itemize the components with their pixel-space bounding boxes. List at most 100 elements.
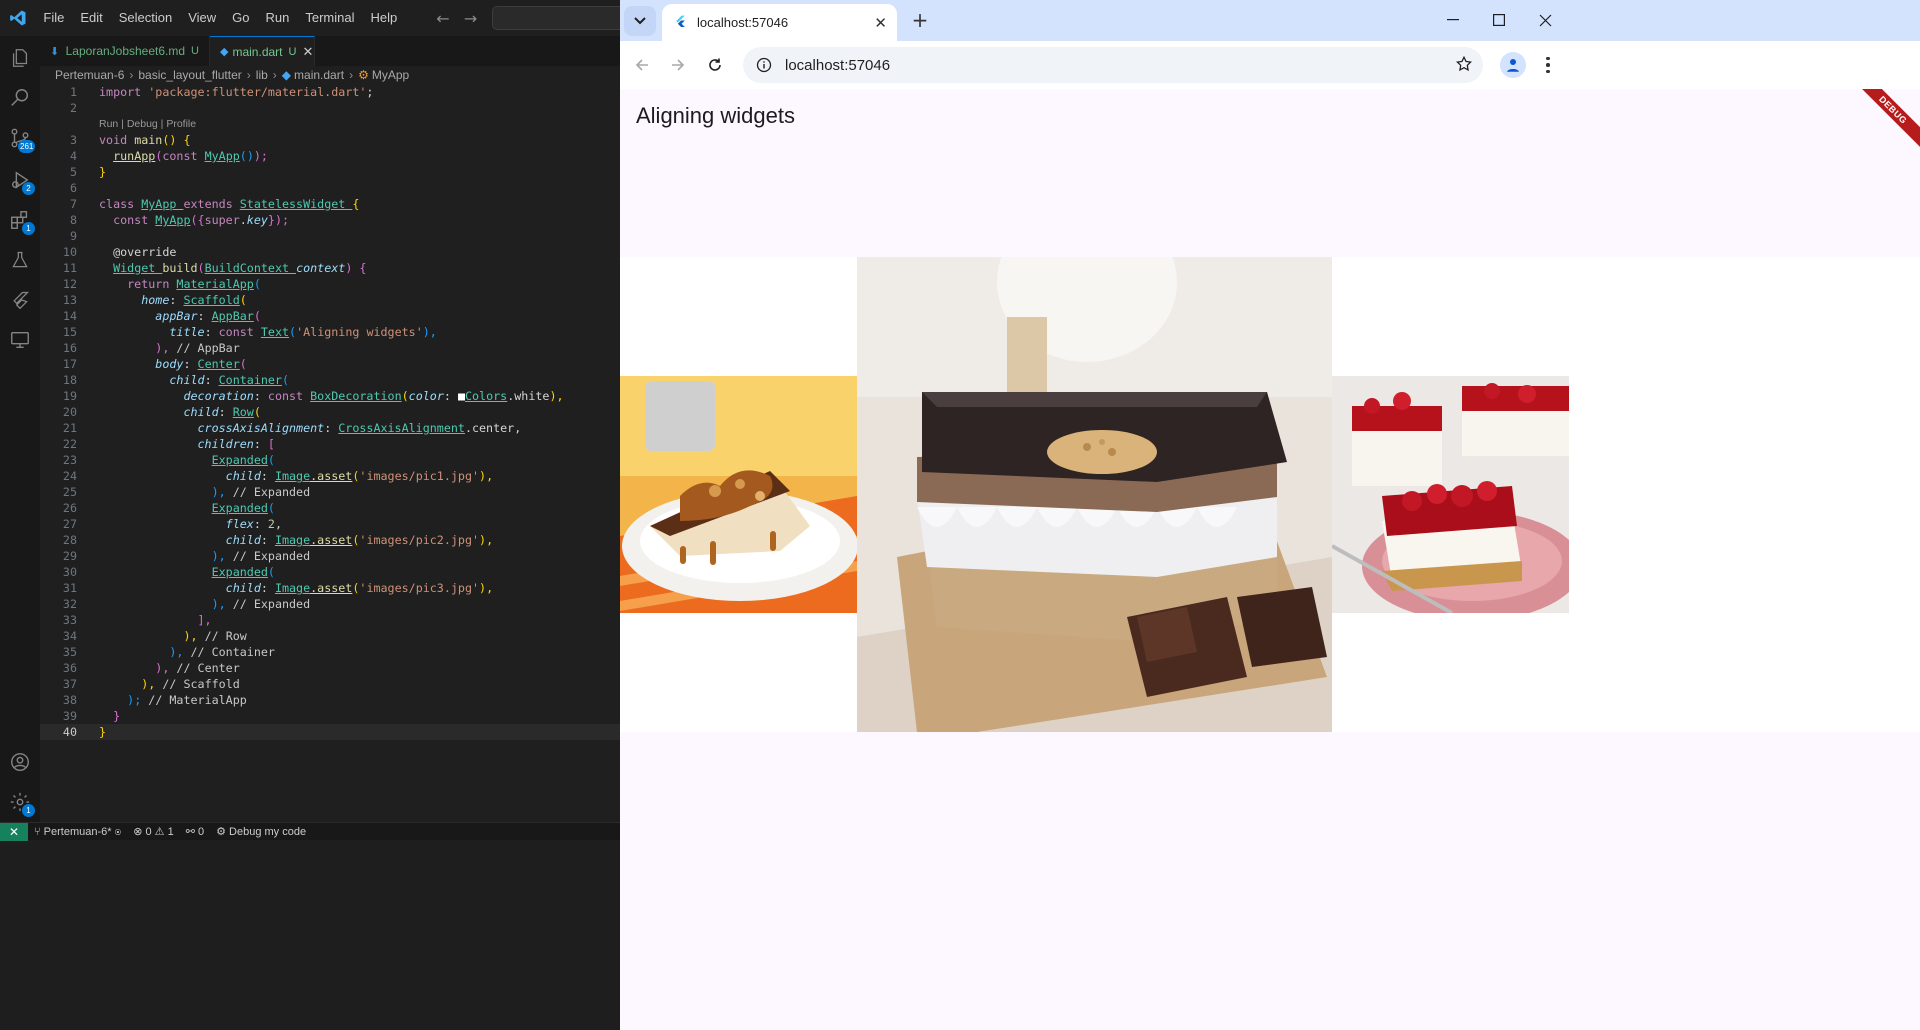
code-line[interactable]: 5} <box>40 164 620 180</box>
source-control-icon[interactable]: 261 <box>0 118 40 158</box>
breadcrumb-symbol[interactable]: MyApp <box>372 68 409 82</box>
code-text: flex: 2, <box>225 517 282 531</box>
code-line[interactable]: 7 class MyApp extends StatelessWidget { <box>40 196 620 212</box>
menu-view[interactable]: View <box>180 0 224 36</box>
code-line[interactable]: 1 import 'package:flutter/material.dart'; <box>40 84 620 100</box>
code-line[interactable]: 15 title: const Text('Aligning widgets')… <box>40 324 620 340</box>
code-line[interactable]: 33 ], <box>40 612 620 628</box>
code-line[interactable]: 4 runApp(const MyApp()); <box>40 148 620 164</box>
code-line[interactable]: 21 crossAxisAlignment: CrossAxisAlignmen… <box>40 420 620 436</box>
close-window-icon[interactable] <box>1522 0 1568 40</box>
run-debug-icon[interactable]: 2 <box>0 160 40 200</box>
menu-help[interactable]: Help <box>363 0 406 36</box>
close-tab-icon[interactable]: ✕ <box>874 14 887 32</box>
git-branch[interactable]: ⑂ Pertemuan-6* ◉ <box>28 826 127 838</box>
line-number: 22 <box>62 437 77 451</box>
code-line[interactable]: 11 Widget build(BuildContext context) { <box>40 260 620 276</box>
address-bar[interactable]: localhost:57046 <box>743 47 1483 83</box>
code-line[interactable]: 12 return MaterialApp( <box>40 276 620 292</box>
flutter-icon[interactable] <box>0 280 40 320</box>
browser-tab[interactable]: localhost:57046 ✕ <box>662 4 897 41</box>
code-line[interactable]: 6 <box>40 180 620 196</box>
code-line[interactable]: 30 Expanded( <box>40 564 620 580</box>
code-line[interactable]: 19 decoration: const BoxDecoration(color… <box>40 388 620 404</box>
menu-terminal[interactable]: Terminal <box>297 0 362 36</box>
site-info-icon[interactable] <box>747 57 781 73</box>
close-icon[interactable]: ✕ <box>302 44 313 60</box>
code-line[interactable]: 26 Expanded( <box>40 500 620 516</box>
code-line[interactable]: 38 ); // MaterialApp <box>40 692 620 708</box>
code-line[interactable]: 10 @override <box>40 244 620 260</box>
code-text: child: Row( <box>183 405 261 419</box>
forward-arrow-icon[interactable]: → <box>457 9 485 28</box>
chrome-menu-icon[interactable] <box>1538 53 1558 77</box>
code-line[interactable]: 32 ), // Expanded <box>40 596 620 612</box>
code-line[interactable]: 25 ), // Expanded <box>40 484 620 500</box>
code-line[interactable]: 23 Expanded( <box>40 452 620 468</box>
menu-run[interactable]: Run <box>258 0 298 36</box>
remote-explorer-icon[interactable] <box>0 320 40 360</box>
forward-icon[interactable] <box>664 51 692 79</box>
code-line[interactable]: 28 child: Image.asset('images/pic2.jpg')… <box>40 532 620 548</box>
code-line[interactable]: 31 child: Image.asset('images/pic3.jpg')… <box>40 580 620 596</box>
settings-gear-icon[interactable]: 1 <box>0 782 40 822</box>
profile-avatar-icon[interactable] <box>1500 52 1526 78</box>
explorer-icon[interactable] <box>0 38 40 78</box>
back-icon[interactable] <box>628 51 656 79</box>
line-number: 14 <box>62 309 77 323</box>
minimize-icon[interactable] <box>1430 0 1476 40</box>
code-line[interactable]: 40} <box>40 724 620 740</box>
code-line[interactable]: 34 ), // Row <box>40 628 620 644</box>
extensions-icon[interactable]: 1 <box>0 200 40 240</box>
breadcrumb-folder[interactable]: Pertemuan-6 <box>55 68 124 82</box>
breadcrumb-project[interactable]: basic_layout_flutter <box>138 68 241 82</box>
menu-selection[interactable]: Selection <box>111 0 180 36</box>
back-arrow-icon[interactable]: ← <box>429 9 457 28</box>
breadcrumb-lib[interactable]: lib <box>256 68 268 82</box>
code-line[interactable]: 8 const MyApp({super.key}); <box>40 212 620 228</box>
code-line[interactable]: 29 ), // Expanded <box>40 548 620 564</box>
problems-indicator[interactable]: ⊗ 0 ⚠ 1 <box>127 825 180 838</box>
tab-main-dart[interactable]: ◆ main.dart U ✕ <box>210 36 315 66</box>
code-text: } <box>113 709 121 723</box>
command-center[interactable] <box>492 6 621 30</box>
code-line[interactable]: 14 appBar: AppBar( <box>40 308 620 324</box>
menu-file[interactable]: File <box>35 0 72 36</box>
codelens-text[interactable]: Run | Debug | Profile <box>99 116 196 132</box>
code-line[interactable]: 37 ), // Scaffold <box>40 676 620 692</box>
code-text: runApp(const MyApp()); <box>113 149 268 163</box>
ports-indicator[interactable]: ⚯ 0 <box>180 825 210 838</box>
line-number: 26 <box>62 501 77 515</box>
tab-search-chevron-icon[interactable] <box>624 6 656 36</box>
maximize-icon[interactable] <box>1476 0 1522 40</box>
reload-icon[interactable] <box>701 51 729 79</box>
tab-laporan-jobsheet[interactable]: ⬇ LaporanJobsheet6.md U <box>40 36 210 66</box>
code-line[interactable]: 36 ), // Center <box>40 660 620 676</box>
search-icon[interactable] <box>0 78 40 118</box>
testing-flask-icon[interactable] <box>0 240 40 280</box>
remote-indicator-icon[interactable]: ✕ <box>0 822 28 841</box>
code-line[interactable]: 2 <box>40 100 620 116</box>
menu-go[interactable]: Go <box>224 0 257 36</box>
code-line[interactable]: 24 child: Image.asset('images/pic1.jpg')… <box>40 468 620 484</box>
bookmark-star-icon[interactable] <box>1455 55 1473 77</box>
code-line[interactable]: 39 } <box>40 708 620 724</box>
code-line[interactable]: 35 ), // Container <box>40 644 620 660</box>
line-number: 20 <box>62 405 77 419</box>
new-tab-plus-icon[interactable]: + <box>908 8 932 32</box>
code-line[interactable]: 3 void main() { <box>40 132 620 148</box>
code-line[interactable]: 22 children: [ <box>40 436 620 452</box>
breadcrumb-file[interactable]: main.dart <box>294 68 344 82</box>
code-line[interactable]: 16 ), // AppBar <box>40 340 620 356</box>
account-icon[interactable] <box>0 742 40 782</box>
codelens-run-debug[interactable]: Run | Debug | Profile <box>40 116 620 132</box>
code-line[interactable]: 9 <box>40 228 620 244</box>
code-line[interactable]: 17 body: Center( <box>40 356 620 372</box>
debug-launch[interactable]: ⚙ Debug my code <box>210 825 312 838</box>
menu-edit[interactable]: Edit <box>72 0 110 36</box>
code-line[interactable]: 20 child: Row( <box>40 404 620 420</box>
code-line[interactable]: 18 child: Container( <box>40 372 620 388</box>
code-line[interactable]: 27 flex: 2, <box>40 516 620 532</box>
code-editor[interactable]: 1 import 'package:flutter/material.dart';… <box>40 84 620 822</box>
code-line[interactable]: 13 home: Scaffold( <box>40 292 620 308</box>
